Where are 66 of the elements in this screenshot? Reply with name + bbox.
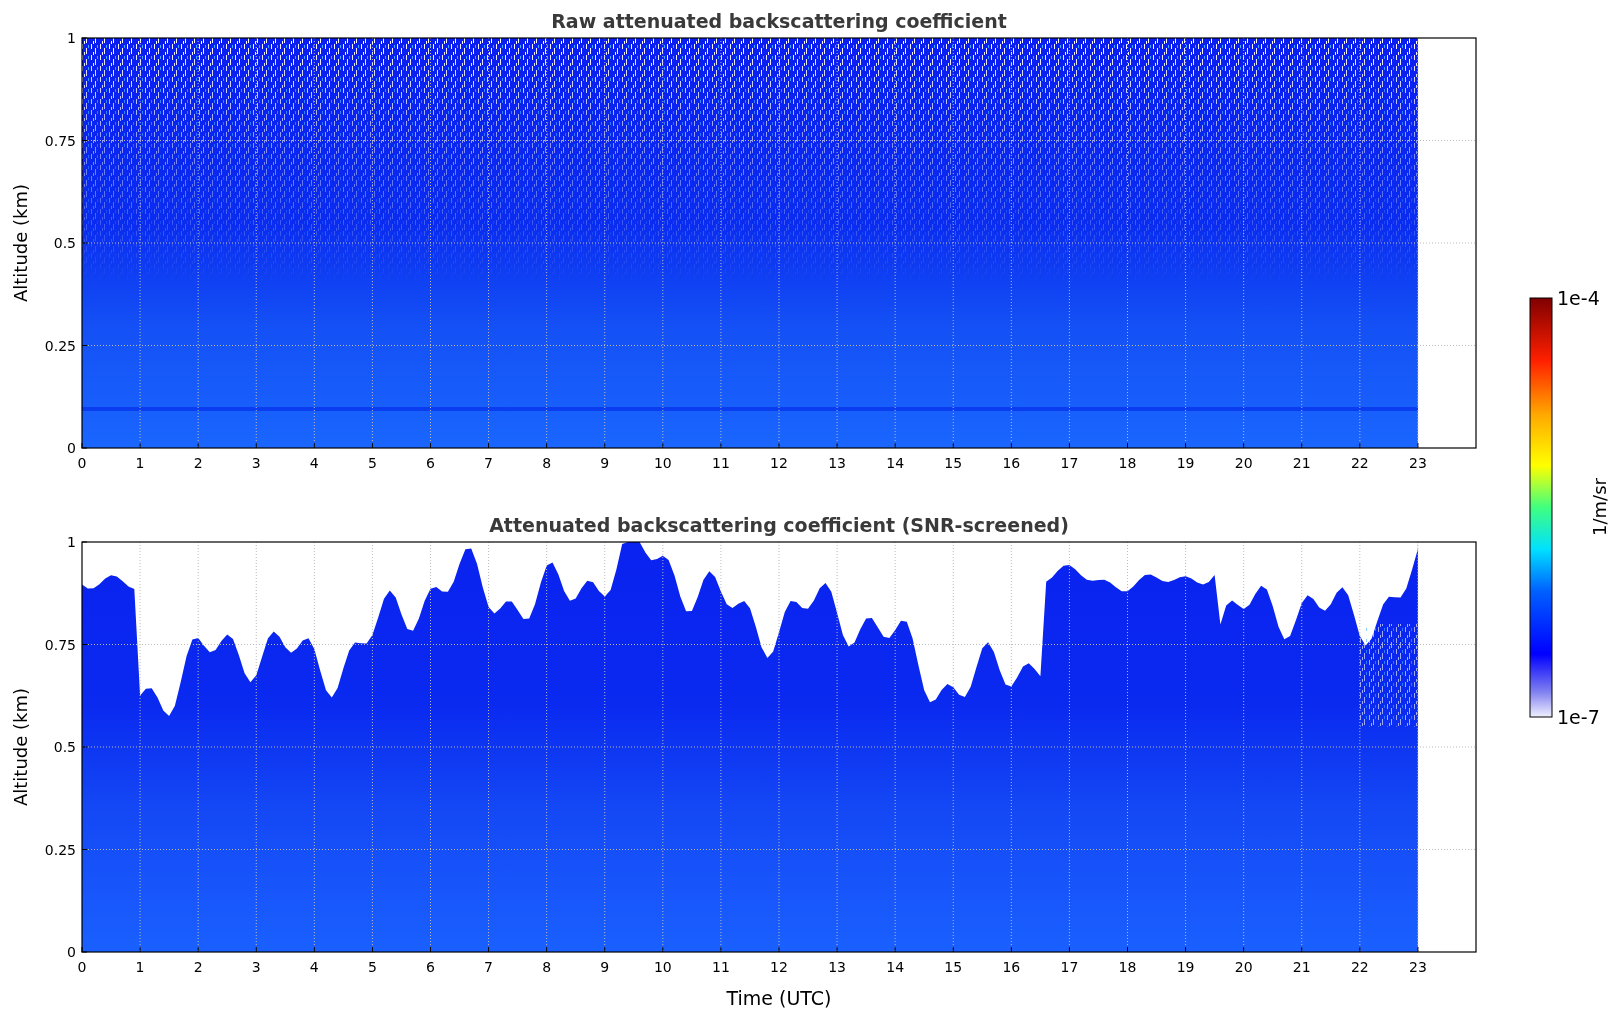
tick-label: 4 [309, 455, 319, 471]
tick-label: 23 [1409, 959, 1427, 975]
tick-label: 3 [251, 455, 261, 471]
colorbar-title: 1/m/sr [1589, 478, 1610, 536]
colorbar-label: 1e-4 [1557, 287, 1600, 309]
tick-label: 23 [1409, 455, 1427, 471]
tick-label: 13 [828, 455, 846, 471]
tick-label: 7 [484, 455, 494, 471]
tick-label: 0.25 [44, 841, 76, 858]
tick-label: 0 [67, 440, 76, 456]
tick-label: 22 [1350, 959, 1369, 975]
tick-label: 2 [193, 959, 203, 975]
tick-label: 1 [135, 959, 145, 975]
tick-label: 22 [1350, 455, 1369, 471]
tick-label: 0.5 [53, 739, 76, 755]
tick-label: 11 [712, 455, 730, 471]
colorbar-label: 1e-7 [1557, 706, 1600, 728]
tick-label: 10 [653, 455, 672, 471]
tick-label: 15 [944, 455, 963, 471]
tick-label: 0 [77, 959, 87, 975]
tick-label: 1 [67, 534, 76, 550]
tick-label: 8 [542, 455, 552, 471]
tick-label: 0 [77, 455, 87, 471]
plot-title: Raw attenuated backscattering coefficient [551, 10, 1007, 32]
tick-label: 13 [828, 959, 846, 975]
tick-label: 19 [1176, 959, 1195, 975]
tick-label: 7 [484, 959, 494, 975]
tick-label: 3 [251, 959, 261, 975]
tick-label: 5 [367, 959, 377, 975]
axis-label: Altitude (km) [10, 183, 31, 303]
plot-title: Attenuated backscattering coefficient (SNR-screened) [489, 514, 1069, 536]
tick-label: 2 [193, 455, 203, 471]
tick-label: 0 [67, 944, 76, 960]
tick-label: 0.5 [53, 235, 76, 251]
tick-label: 19 [1176, 455, 1195, 471]
axis-label: Altitude (km) [10, 687, 31, 807]
tick-label: 20 [1234, 455, 1253, 471]
tick-label: 0.75 [44, 132, 76, 149]
tick-label: 9 [600, 959, 610, 975]
tick-label: 18 [1118, 455, 1137, 471]
tick-label: 17 [1060, 455, 1079, 471]
tick-label: 8 [542, 959, 552, 975]
tick-label: 6 [426, 455, 435, 471]
tick-label: 18 [1118, 959, 1137, 975]
tick-label: 20 [1234, 959, 1253, 975]
axis-label: Time (UTC) [726, 987, 832, 1009]
tick-label: 0.25 [44, 337, 76, 354]
tick-label: 0.75 [44, 636, 76, 653]
tick-label: 4 [309, 959, 319, 975]
tick-label: 16 [1002, 455, 1021, 471]
tick-label: 1 [67, 30, 76, 46]
tick-label: 1 [135, 455, 145, 471]
tick-label: 11 [712, 959, 730, 975]
tick-label: 10 [653, 959, 672, 975]
tick-label: 5 [367, 455, 377, 471]
tick-label: 15 [944, 959, 963, 975]
tick-label: 6 [426, 959, 435, 975]
tick-label: 17 [1060, 959, 1079, 975]
tick-label: 12 [770, 959, 788, 975]
tick-label: 21 [1292, 959, 1311, 975]
tick-label: 16 [1002, 959, 1021, 975]
tick-label: 14 [886, 959, 905, 975]
tick-label: 12 [770, 455, 788, 471]
tick-label: 21 [1292, 455, 1311, 471]
tick-label: 9 [600, 455, 610, 471]
tick-label: 14 [886, 455, 905, 471]
